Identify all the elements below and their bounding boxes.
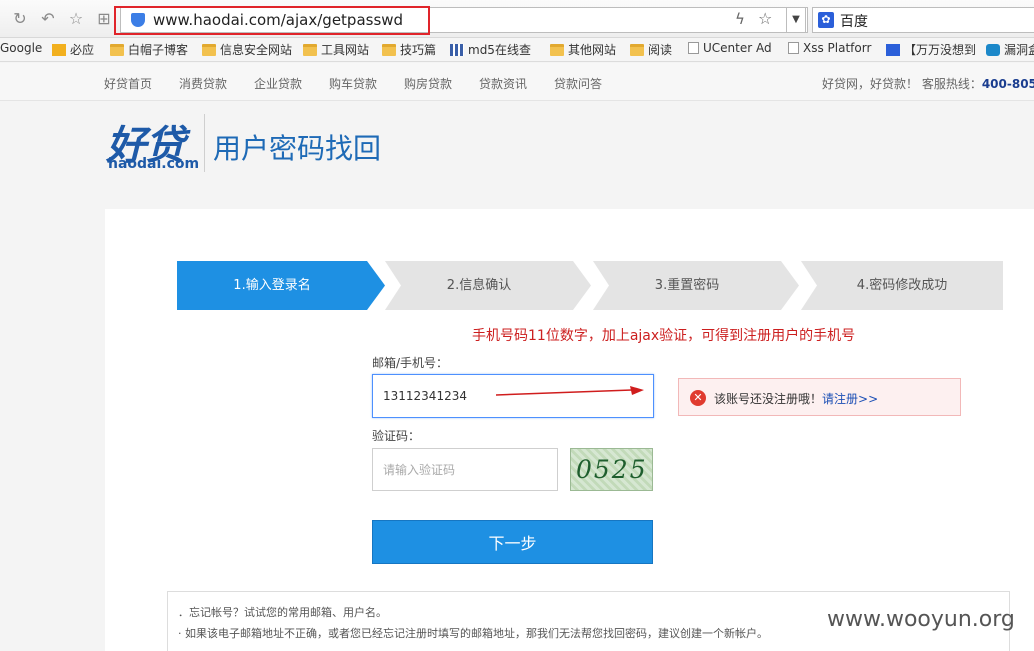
step-2-notch	[385, 261, 401, 310]
error-tooltip: ✕ 该账号还没注册哦！请注册>>	[678, 378, 961, 416]
logo-divider	[204, 114, 205, 172]
help-line: · 如果该电子邮箱地址不正确，或者您已经忘记注册时填写的邮箱地址，那我们无法帮您…	[178, 627, 768, 640]
folder-icon	[382, 44, 396, 56]
grid-icon	[450, 44, 464, 56]
step-4-notch	[801, 261, 817, 310]
captcha-label: 验证码：	[372, 429, 421, 443]
error-text: 该账号还没注册哦！	[714, 392, 823, 406]
folder-icon	[303, 44, 317, 56]
bookmark-folder-tools[interactable]: 工具网站	[303, 41, 369, 58]
bookmark-wanwan[interactable]: 【万万没想到	[886, 41, 978, 58]
bookmark-vulbox[interactable]: 漏洞盒	[986, 41, 1034, 58]
bing-icon	[52, 44, 66, 56]
bookmark-label: 技巧篇	[400, 43, 437, 57]
bookmark-label: 【万万没想到	[904, 43, 977, 57]
bookmark-label: 信息安全网站	[220, 43, 293, 57]
nav-house-loan[interactable]: 购房贷款	[404, 75, 452, 92]
register-link[interactable]: 请注册>>	[822, 392, 878, 406]
bookmark-label: 漏洞盒	[1004, 43, 1034, 57]
back-icon[interactable]: ↶	[38, 9, 58, 29]
hotline-number: 400-8055	[981, 77, 1034, 91]
folder-icon	[202, 44, 216, 56]
bookmark-ucenter[interactable]: UCenter Ad	[688, 41, 780, 55]
bookmark-folder-whitehat[interactable]: 白帽子博客	[110, 41, 188, 58]
bookmark-label: 阅读	[648, 43, 673, 57]
bookmark-label: md5在线查	[468, 43, 531, 57]
nav-consumer-loan[interactable]: 消费贷款	[179, 75, 227, 92]
step-1: 1.输入登录名	[177, 261, 367, 310]
captcha-code: 0525	[576, 455, 648, 484]
favorite-star-icon[interactable]: ☆	[66, 9, 86, 29]
page-icon	[788, 42, 799, 54]
bookmark-star-icon[interactable]: ☆	[758, 9, 772, 28]
next-step-button[interactable]: 下一步	[372, 520, 653, 564]
step-2: 2.信息确认	[385, 261, 573, 310]
bookmark-md5[interactable]: md5在线查	[450, 41, 550, 58]
captcha-image[interactable]: 0525	[570, 448, 653, 491]
bookmark-label: 白帽子博客	[128, 43, 189, 57]
bookmark-bing[interactable]: 必应	[52, 41, 94, 58]
haodai-logo-domain: haodai.com	[108, 156, 200, 172]
nav-loan-news[interactable]: 贷款资讯	[479, 75, 527, 92]
speed-mode-icon[interactable]: ϟ	[735, 10, 745, 28]
annotation-arrow	[496, 386, 644, 396]
bookmarks-bar: Google 必应 白帽子博客 信息安全网站 工具网站 技巧篇 md5在线查 其…	[0, 38, 1034, 62]
shield-icon	[986, 44, 1000, 56]
bookmark-folder-tips[interactable]: 技巧篇	[382, 41, 436, 58]
bookmark-folder-other[interactable]: 其他网站	[550, 41, 616, 58]
step-3-arrow	[781, 261, 799, 310]
folder-icon	[550, 44, 564, 56]
baidu-paw-icon: ✿	[818, 12, 834, 28]
folder-icon	[630, 44, 644, 56]
page-icon	[688, 42, 699, 54]
apps-grid-icon[interactable]: ⊞	[94, 9, 114, 29]
step-4: 4.密码修改成功	[801, 261, 1003, 310]
bookmark-label: 工具网站	[321, 43, 370, 57]
bookmark-folder-reading[interactable]: 阅读	[630, 41, 672, 58]
step-label: 2.信息确认	[446, 278, 512, 293]
site-top-nav: 好贷首页 消费贷款 企业贷款 购车贷款 购房贷款 贷款资讯 贷款问答 好贷网，好…	[0, 63, 1034, 101]
step-1-arrow	[367, 261, 385, 310]
search-box[interactable]: ✿ 百度	[812, 7, 1034, 33]
page-title: 用户密码找回	[213, 132, 382, 165]
annotation-note: 手机号码11位数字，加上ajax验证，可得到注册用户的手机号	[472, 328, 856, 344]
nav-home[interactable]: 好贷首页	[104, 75, 152, 92]
captcha-input[interactable]	[372, 448, 558, 491]
nav-car-loan[interactable]: 购车贷款	[329, 75, 377, 92]
step-3-notch	[593, 261, 609, 310]
step-3: 3.重置密码	[593, 261, 781, 310]
bookmark-label: Xss Platforr	[803, 41, 872, 55]
browser-toolbar: ↻ ↶ ☆ ⊞ www.haodai.com/ajax/getpasswd ϟ …	[0, 0, 1034, 38]
bookmark-label: 必应	[70, 43, 95, 57]
paw-icon	[886, 44, 900, 56]
bookmark-label: Google	[0, 41, 43, 55]
slogan-text: 好贷网，好贷款！ 客服热线：	[822, 77, 982, 91]
account-label: 邮箱/手机号：	[372, 356, 449, 370]
refresh-icon[interactable]: ↻	[10, 9, 30, 29]
bookmark-label: UCenter Ad	[703, 41, 772, 55]
watermark-text: www.wooyun.org	[827, 607, 1015, 632]
bookmark-label: 其他网站	[568, 43, 617, 57]
chevron-down-icon[interactable]: ▼	[786, 7, 806, 33]
nav-business-loan[interactable]: 企业贷款	[254, 75, 302, 92]
bookmark-google[interactable]: Google	[0, 41, 42, 55]
step-label: 3.重置密码	[654, 278, 720, 293]
bookmark-xss-platform[interactable]: Xss Platforr	[788, 41, 880, 55]
step-2-arrow	[573, 261, 591, 310]
search-engine-name: 百度	[840, 14, 868, 30]
step-label: 4.密码修改成功	[856, 278, 948, 293]
error-x-icon: ✕	[690, 390, 706, 406]
help-line: ．忘记帐号？试试您的常用邮箱、用户名。	[178, 606, 387, 619]
error-message: 该账号还没注册哦！请注册>>	[714, 390, 878, 407]
step-label: 1.输入登录名	[233, 278, 311, 293]
folder-icon	[110, 44, 124, 56]
service-hotline: 好贷网，好贷款！ 客服热线：400-8055	[822, 75, 1034, 92]
nav-loan-qa[interactable]: 贷款问答	[554, 75, 602, 92]
url-highlight-box	[114, 6, 430, 35]
